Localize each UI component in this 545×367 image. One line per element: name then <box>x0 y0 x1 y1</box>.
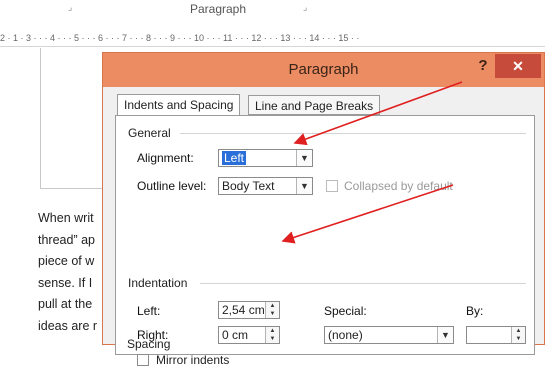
mirror-indents-checkbox[interactable] <box>137 354 149 366</box>
mirror-indents-label: Mirror indents <box>156 353 230 367</box>
annotation-arrows <box>281 81 463 244</box>
annotation-arrow-alignment <box>293 81 463 146</box>
annotation-arrow-indent-left <box>281 184 454 244</box>
